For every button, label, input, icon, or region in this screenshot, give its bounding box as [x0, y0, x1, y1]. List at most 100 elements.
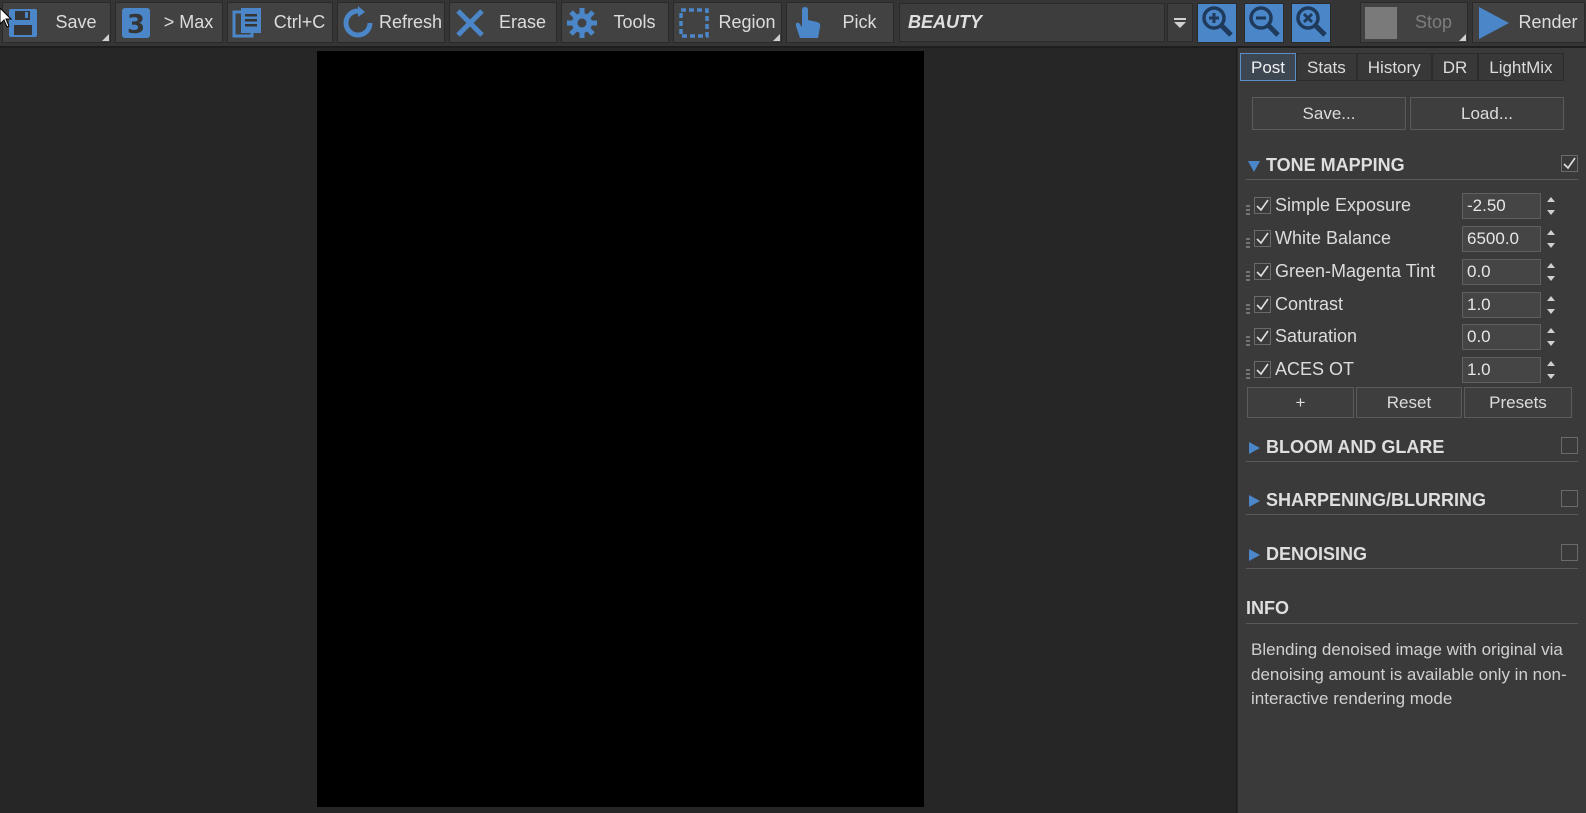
denoising-enable-checkbox[interactable] — [1561, 544, 1578, 561]
region-select-icon — [675, 4, 713, 42]
triangle-right-icon — [1248, 439, 1260, 454]
spinner-arrows-icon[interactable] — [1543, 226, 1559, 252]
save-label: Save — [55, 12, 97, 32]
operator-label: White Balance — [1275, 228, 1392, 248]
spinner-arrows-icon[interactable] — [1543, 324, 1559, 350]
spinner-arrows-icon[interactable] — [1543, 259, 1559, 285]
copy-icon — [229, 4, 267, 42]
spinner-arrows-icon[interactable] — [1543, 193, 1559, 219]
info-text: Blending denoised image with original vi… — [1251, 640, 1567, 708]
rendered-image[interactable] — [317, 51, 924, 807]
hand-pointer-icon — [788, 4, 826, 42]
refresh-button[interactable]: Refresh — [337, 2, 445, 43]
drag-handle-icon[interactable] — [1246, 267, 1250, 281]
operator-checkbox[interactable] — [1254, 361, 1271, 378]
triangle-right-icon — [1248, 546, 1260, 561]
add-operator-button[interactable]: + — [1247, 387, 1354, 418]
bloom-and-glare-enable-checkbox[interactable] — [1561, 437, 1578, 454]
checkmark-icon — [1563, 157, 1576, 170]
copy-button[interactable]: Ctrl+C — [227, 2, 333, 43]
operator-label: Contrast — [1275, 294, 1344, 314]
spinner-arrows-icon[interactable] — [1543, 292, 1559, 318]
operator-checkbox[interactable] — [1254, 263, 1271, 280]
operator-checkbox[interactable] — [1254, 296, 1271, 313]
operator-value-input[interactable]: -2.50 — [1462, 193, 1541, 219]
zoom-reset-button[interactable] — [1291, 3, 1331, 43]
frame-buffer-viewport[interactable] — [0, 48, 1237, 813]
zoom-in-icon — [1200, 4, 1234, 43]
chevron-down-icon[interactable] — [1167, 3, 1193, 42]
region-label: Region — [718, 12, 776, 32]
operator-value-input[interactable]: 0.0 — [1462, 324, 1541, 350]
tab-dr[interactable]: DR — [1431, 53, 1479, 81]
tab-history[interactable]: History — [1356, 53, 1432, 81]
render-button[interactable]: Render — [1472, 2, 1585, 43]
gear-icon — [563, 4, 601, 42]
drag-handle-icon[interactable] — [1246, 201, 1250, 215]
tab-lightmix[interactable]: LightMix — [1478, 53, 1564, 81]
drag-handle-icon[interactable] — [1246, 300, 1250, 314]
drag-handle-icon[interactable] — [1246, 365, 1250, 379]
operator-row[interactable]: Simple Exposure -2.50 — [1238, 191, 1586, 221]
stop-button[interactable]: Stop — [1360, 2, 1468, 43]
operator-row[interactable]: Saturation 0.0 — [1238, 322, 1586, 352]
zoom-out-icon — [1247, 4, 1281, 43]
svg-text:3: 3 — [127, 10, 145, 40]
menu-corner-indicator — [773, 34, 780, 41]
bloom-and-glare-header[interactable]: BLOOM AND GLARE — [1246, 434, 1578, 462]
tools-button[interactable]: Tools — [561, 2, 669, 43]
operator-label: Simple Exposure — [1275, 195, 1412, 215]
pick-button[interactable]: Pick — [786, 2, 894, 43]
send-to-max-button[interactable]: 3 > Max — [115, 2, 223, 43]
stop-square-icon — [1362, 4, 1400, 42]
tone-mapping-header[interactable]: TONE MAPPING — [1246, 152, 1578, 180]
tab-post[interactable]: Post — [1240, 53, 1297, 81]
operator-checkbox[interactable] — [1254, 197, 1271, 214]
operator-label: Green-Magenta Tint — [1275, 261, 1436, 281]
erase-button[interactable]: Erase — [449, 2, 557, 43]
presets-button[interactable]: Presets — [1464, 387, 1572, 418]
refresh-icon — [339, 4, 377, 42]
copy-label: Ctrl+C — [273, 12, 326, 32]
save-button[interactable]: Save — [2, 2, 111, 43]
operator-value-input[interactable]: 1.0 — [1462, 292, 1541, 318]
sharpening-blurring-title: SHARPENING/BLURRING — [1266, 490, 1487, 510]
erase-label: Erase — [498, 12, 547, 32]
refresh-label: Refresh — [378, 12, 443, 32]
checkmark-icon — [1256, 265, 1269, 278]
checkmark-icon — [1256, 330, 1269, 343]
operator-checkbox[interactable] — [1254, 230, 1271, 247]
post-processing-panel: Post Stats History DR LightMix Save... L… — [1238, 48, 1586, 813]
sharpening-blurring-header[interactable]: SHARPENING/BLURRING — [1246, 487, 1578, 515]
checkmark-icon — [1256, 199, 1269, 212]
operator-value-input[interactable]: 1.0 — [1462, 357, 1541, 383]
operator-row[interactable]: Contrast 1.0 — [1238, 290, 1586, 320]
load-settings-button[interactable]: Load... — [1410, 97, 1564, 130]
operator-row[interactable]: ACES OT 1.0 — [1238, 355, 1586, 385]
operator-checkbox[interactable] — [1254, 328, 1271, 345]
max-label: > Max — [163, 12, 214, 32]
play-icon — [1474, 4, 1512, 42]
zoom-in-button[interactable] — [1197, 3, 1237, 43]
denoising-title: DENOISING — [1266, 544, 1368, 564]
denoising-header[interactable]: DENOISING — [1246, 541, 1578, 569]
triangle-down-icon — [1248, 157, 1260, 172]
save-settings-button[interactable]: Save... — [1252, 97, 1406, 130]
drag-handle-icon[interactable] — [1246, 234, 1250, 248]
operator-label: ACES OT — [1275, 359, 1355, 379]
drag-handle-icon[interactable] — [1246, 332, 1250, 346]
tone-mapping-enable-checkbox[interactable] — [1561, 155, 1578, 172]
reset-button[interactable]: Reset — [1356, 387, 1462, 418]
operator-value-input[interactable]: 6500.0 — [1462, 226, 1541, 252]
spinner-arrows-icon[interactable] — [1543, 357, 1559, 383]
region-button[interactable]: Region — [673, 2, 782, 43]
zoom-out-button[interactable] — [1244, 3, 1284, 43]
triangle-right-icon — [1248, 492, 1260, 507]
tone-mapping-title: TONE MAPPING — [1266, 155, 1405, 175]
operator-value-input[interactable]: 0.0 — [1462, 259, 1541, 285]
operator-row[interactable]: Green-Magenta Tint 0.0 — [1238, 257, 1586, 287]
render-element-select[interactable]: BEAUTY — [899, 3, 1165, 42]
operator-row[interactable]: White Balance 6500.0 — [1238, 224, 1586, 254]
sharpening-blurring-enable-checkbox[interactable] — [1561, 490, 1578, 507]
tab-stats[interactable]: Stats — [1296, 53, 1357, 81]
